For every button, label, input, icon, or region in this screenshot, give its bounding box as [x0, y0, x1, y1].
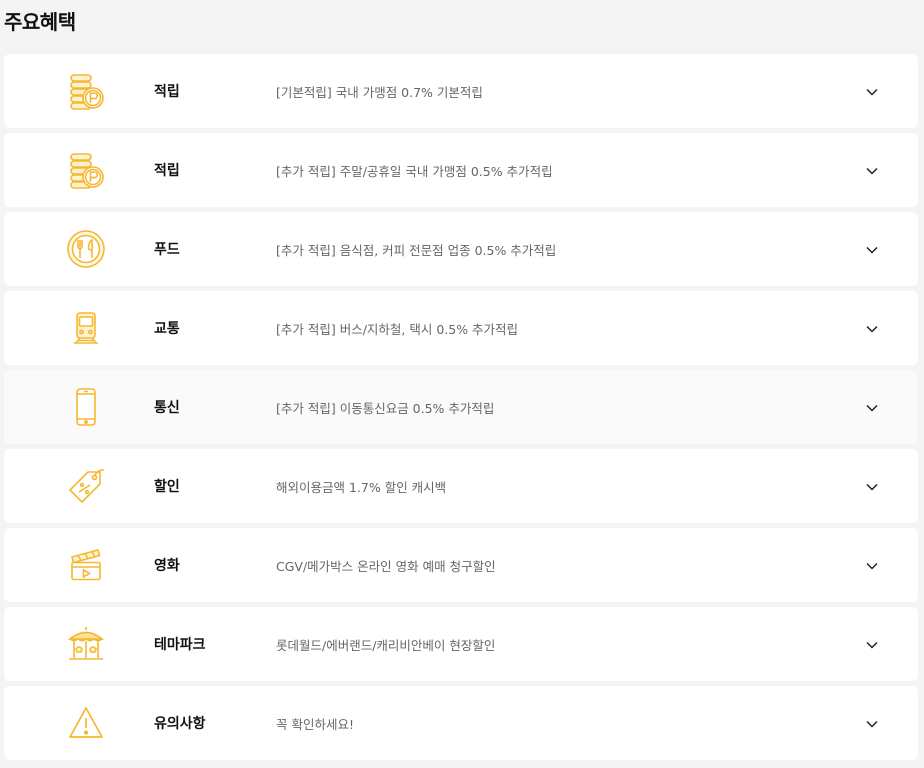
point-coins-icon	[66, 150, 106, 190]
benefit-row-themepark[interactable]: 테마파크 롯데월드/에버랜드/캐리비안베이 현장할인	[4, 607, 918, 681]
benefits-page: 주요혜택 적립 [기본적립] 국내 가맹점 0.7% 기본적립 적립 [추가 적…	[0, 0, 924, 768]
chevron-down-icon[interactable]	[864, 716, 880, 732]
page-title: 주요혜택	[4, 10, 76, 34]
warning-icon	[66, 703, 106, 743]
chevron-down-icon[interactable]	[864, 479, 880, 495]
benefit-description: 해외이용금액 1.7% 할인 캐시백	[276, 480, 447, 495]
benefit-category: 할인	[154, 479, 180, 495]
discount-tag-icon	[66, 466, 106, 506]
benefit-row-food[interactable]: 푸드 [추가 적립] 음식점, 커피 전문점 업종 0.5% 추가적립	[4, 212, 918, 286]
chevron-down-icon[interactable]	[864, 321, 880, 337]
chevron-down-icon[interactable]	[864, 163, 880, 179]
benefit-description: [추가 적립] 이동통신요금 0.5% 추가적립	[276, 401, 495, 416]
benefit-row-notice[interactable]: 유의사항 꼭 확인하세요!	[4, 686, 918, 760]
benefit-row-point-weekend[interactable]: 적립 [추가 적립] 주말/공휴일 국내 가맹점 0.5% 추가적립	[4, 133, 918, 207]
benefit-category: 적립	[154, 84, 180, 100]
benefit-description: [추가 적립] 주말/공휴일 국내 가맹점 0.5% 추가적립	[276, 164, 553, 179]
benefit-description: 롯데월드/에버랜드/캐리비안베이 현장할인	[276, 638, 496, 653]
benefit-description: 꼭 확인하세요!	[276, 717, 354, 732]
benefit-category: 테마파크	[154, 637, 206, 653]
benefit-category: 통신	[154, 400, 180, 416]
benefit-description: CGV/메가박스 온라인 영화 예매 청구할인	[276, 559, 496, 574]
benefit-row-movie[interactable]: 영화 CGV/메가박스 온라인 영화 예매 청구할인	[4, 528, 918, 602]
benefit-row-transport[interactable]: 교통 [추가 적립] 버스/지하철, 택시 0.5% 추가적립	[4, 291, 918, 365]
benefit-list: 적립 [기본적립] 국내 가맹점 0.7% 기본적립 적립 [추가 적립] 주말…	[4, 54, 918, 765]
point-coins-icon	[66, 71, 106, 111]
benefit-category: 교통	[154, 321, 180, 337]
movie-clapper-icon	[66, 545, 106, 585]
smartphone-icon	[66, 387, 106, 427]
chevron-down-icon[interactable]	[864, 400, 880, 416]
chevron-down-icon[interactable]	[864, 84, 880, 100]
chevron-down-icon[interactable]	[864, 558, 880, 574]
benefit-row-telecom[interactable]: 통신 [추가 적립] 이동통신요금 0.5% 추가적립	[4, 370, 918, 444]
benefit-description: [기본적립] 국내 가맹점 0.7% 기본적립	[276, 85, 483, 100]
benefit-category: 유의사항	[154, 716, 206, 732]
chevron-down-icon[interactable]	[864, 637, 880, 653]
benefit-row-point-basic[interactable]: 적립 [기본적립] 국내 가맹점 0.7% 기본적립	[4, 54, 918, 128]
benefit-category: 영화	[154, 558, 180, 574]
food-plate-icon	[66, 229, 106, 269]
benefit-row-discount[interactable]: 할인 해외이용금액 1.7% 할인 캐시백	[4, 449, 918, 523]
benefit-category: 푸드	[154, 242, 180, 258]
carousel-icon	[66, 624, 106, 664]
chevron-down-icon[interactable]	[864, 242, 880, 258]
benefit-category: 적립	[154, 163, 180, 179]
benefit-description: [추가 적립] 음식점, 커피 전문점 업종 0.5% 추가적립	[276, 243, 557, 258]
train-icon	[66, 308, 106, 348]
benefit-description: [추가 적립] 버스/지하철, 택시 0.5% 추가적립	[276, 322, 519, 337]
